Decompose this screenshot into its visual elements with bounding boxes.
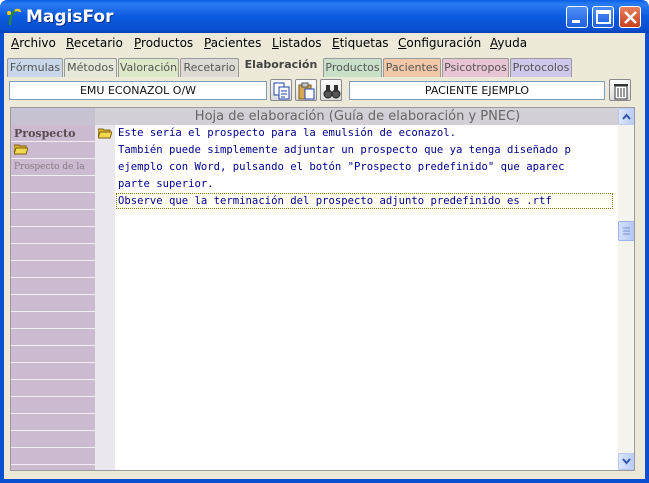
menu-configuracion[interactable]: Configuración: [398, 36, 481, 50]
vertical-scrollbar[interactable]: [618, 108, 634, 470]
tab-label: Psicotropos: [444, 61, 507, 74]
icon-column: [95, 125, 115, 470]
tab-pacientes[interactable]: Pacientes: [383, 58, 441, 77]
panel-header-corner: [11, 108, 95, 125]
trash-icon: [614, 84, 628, 100]
menu-label: Etiquetas: [332, 36, 389, 50]
patient-name-field[interactable]: PACIENTE EJEMPLO: [349, 81, 605, 100]
paste-icon: [298, 82, 315, 100]
text-line: parte superior.: [118, 178, 214, 190]
close-icon: [624, 11, 637, 24]
scroll-down-button[interactable]: [618, 453, 634, 470]
maximize-icon: [596, 10, 611, 24]
text-line: También puede simplemente adjuntar un pr…: [118, 144, 571, 156]
menu-label: Productos: [134, 36, 194, 50]
menu-label: Listados: [272, 36, 322, 50]
menu-bar: Archivo Recetario Productos Pacientes Li…: [4, 33, 645, 55]
menu-label: Pacientes: [204, 36, 262, 50]
tab-protocolos[interactable]: Protocolos: [510, 58, 572, 77]
minimize-button[interactable]: [566, 6, 588, 28]
panel-title: Hoja de elaboración (Guía de elaboración…: [194, 109, 521, 124]
panel-header: Hoja de elaboración (Guía de elaboración…: [11, 108, 618, 125]
menu-recetario[interactable]: Recetario: [66, 36, 123, 50]
tab-strip: Fórmulas Métodos Valoración Recetario El…: [4, 55, 645, 77]
menu-label: Ayuda: [490, 36, 528, 50]
app-title: MagisFor: [26, 7, 114, 27]
tab-label: Elaboración: [244, 58, 318, 71]
tab-label: Recetario: [183, 61, 236, 74]
section-prospecto-sublabel: Prospecto de la: [14, 162, 85, 172]
maximize-button[interactable]: [592, 6, 614, 28]
text-line: ejemplo con Word, pulsando el botón "Pro…: [118, 161, 565, 173]
tab-psicotropos[interactable]: Psicotropos: [442, 58, 509, 77]
tab-label: Métodos: [67, 61, 114, 74]
toolbar: EMU ECONAZOL O/W PACIENTE EJEMPLO: [4, 79, 645, 103]
app-logo-icon: [6, 8, 22, 26]
grip-icon: [623, 227, 630, 235]
title-bar[interactable]: MagisFor: [0, 0, 649, 33]
section-prospecto[interactable]: Prospecto: [14, 127, 75, 140]
tab-label: Productos: [325, 61, 380, 74]
menu-label: Archivo: [11, 36, 56, 50]
close-button[interactable]: [619, 6, 641, 28]
menu-ayuda[interactable]: Ayuda: [490, 36, 527, 50]
open-folder-icon[interactable]: [13, 143, 29, 158]
formula-name-field[interactable]: EMU ECONAZOL O/W: [9, 81, 267, 100]
copy-icon: [273, 82, 290, 100]
menu-label: Recetario: [66, 36, 123, 50]
copy-button[interactable]: [270, 79, 292, 101]
tab-label: Pacientes: [385, 61, 439, 74]
menu-archivo[interactable]: Archivo: [11, 36, 56, 50]
scroll-up-button[interactable]: [618, 108, 634, 125]
menu-listados[interactable]: Listados: [272, 36, 322, 50]
paste-button[interactable]: [295, 79, 317, 101]
tab-label: Protocolos: [512, 61, 570, 74]
menu-pacientes[interactable]: Pacientes: [204, 36, 261, 50]
chevron-up-icon: [622, 113, 631, 120]
prospecto-text-area[interactable]: Este sería el prospecto para la emulsión…: [115, 125, 618, 470]
tab-productos[interactable]: Productos: [323, 58, 382, 77]
tab-valoracion[interactable]: Valoración: [118, 58, 179, 77]
search-button[interactable]: [320, 79, 342, 101]
tab-label: Fórmulas: [9, 61, 61, 74]
menu-label: Configuración: [398, 36, 482, 50]
tab-label: Valoración: [119, 61, 178, 74]
binoculars-icon: [323, 85, 341, 99]
tab-metodos[interactable]: Métodos: [64, 58, 117, 77]
attach-folder-icon[interactable]: [97, 127, 113, 142]
scroll-thumb[interactable]: [618, 221, 634, 241]
tab-recetario[interactable]: Recetario: [180, 58, 239, 77]
delete-button[interactable]: [609, 79, 631, 101]
minimize-icon: [572, 20, 580, 23]
text-line: Este sería el prospecto para la emulsión…: [118, 127, 457, 139]
tab-formulas[interactable]: Fórmulas: [7, 58, 63, 77]
chevron-down-icon: [622, 458, 631, 465]
tab-elaboracion[interactable]: Elaboración: [240, 55, 322, 77]
section-list: Prospecto Prospecto de la: [11, 125, 95, 470]
menu-etiquetas[interactable]: Etiquetas: [332, 36, 389, 50]
text-line: Observe que la terminación del prospecto…: [118, 195, 552, 207]
elaboration-panel: Hoja de elaboración (Guía de elaboración…: [10, 107, 635, 471]
menu-productos[interactable]: Productos: [134, 36, 193, 50]
